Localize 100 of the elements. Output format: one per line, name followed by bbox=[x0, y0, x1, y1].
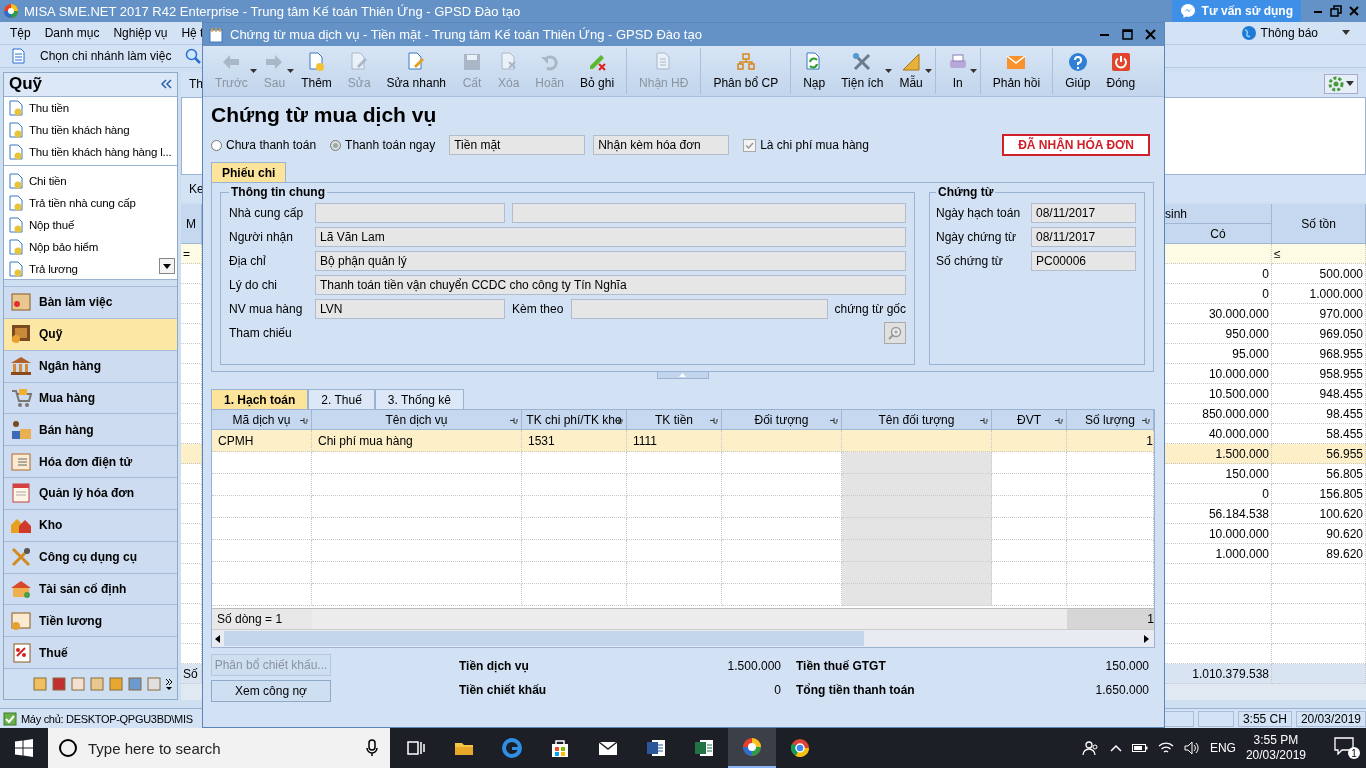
toolbar-button[interactable]: Phản hồi bbox=[979, 48, 1049, 94]
grid-cell[interactable] bbox=[842, 518, 992, 540]
grid-cell[interactable] bbox=[842, 562, 992, 584]
grid-cell[interactable] bbox=[522, 496, 627, 518]
checkbox[interactable]: Là chi phí mua hàng bbox=[743, 138, 869, 152]
input-field[interactable]: 08/11/2017 bbox=[1031, 227, 1136, 247]
chevron-up-icon[interactable] bbox=[1109, 744, 1122, 752]
close-icon[interactable] bbox=[1145, 29, 1156, 40]
speaker-icon[interactable] bbox=[1183, 741, 1200, 755]
input-field[interactable]: 08/11/2017 bbox=[1031, 203, 1136, 223]
sidebar-item[interactable]: Nộp bảo hiểm bbox=[4, 235, 177, 258]
grid-cell[interactable] bbox=[627, 540, 722, 562]
grid-cell[interactable] bbox=[522, 584, 627, 606]
invoice-status-button[interactable]: ĐÃ NHẬN HÓA ĐƠN bbox=[1002, 134, 1150, 156]
language-indicator[interactable]: ENG bbox=[1209, 741, 1236, 755]
grid-cell[interactable] bbox=[627, 584, 722, 606]
toolbar-button[interactable]: In bbox=[934, 48, 976, 94]
grid-cell[interactable] bbox=[992, 496, 1067, 518]
input-field[interactable] bbox=[315, 203, 505, 223]
notification-icon[interactable] bbox=[1334, 737, 1354, 755]
document-icon[interactable] bbox=[51, 676, 67, 692]
search-icon[interactable] bbox=[185, 48, 202, 64]
people-icon[interactable] bbox=[1081, 739, 1100, 757]
grid-cell[interactable] bbox=[212, 496, 312, 518]
grid-cell[interactable] bbox=[627, 518, 722, 540]
grid-cell[interactable] bbox=[312, 540, 522, 562]
action-button[interactable]: Xem công nợ bbox=[211, 680, 331, 702]
document-icon[interactable] bbox=[70, 676, 86, 692]
grid-cell[interactable] bbox=[212, 584, 312, 606]
grid-cell[interactable] bbox=[1067, 540, 1154, 562]
grid-cell[interactable] bbox=[212, 540, 312, 562]
toolbar-button[interactable]: Phân bổ CP bbox=[700, 48, 787, 94]
sidebar-item[interactable]: Thu tiền khách hàng bbox=[4, 118, 177, 141]
grid-cell[interactable] bbox=[842, 496, 992, 518]
caret-icon[interactable] bbox=[1342, 30, 1350, 36]
grid-cell[interactable] bbox=[1067, 452, 1154, 474]
grid-cell[interactable] bbox=[312, 584, 522, 606]
grid-cell[interactable] bbox=[1067, 584, 1154, 606]
input-field[interactable]: Bộ phận quản lý bbox=[315, 251, 906, 271]
toolbar-button[interactable]: Mẫu bbox=[891, 48, 931, 94]
tab[interactable]: 2. Thuế bbox=[308, 389, 375, 409]
grid-cell[interactable] bbox=[1067, 562, 1154, 584]
grid-cell[interactable] bbox=[212, 474, 312, 496]
grid-row[interactable]: CPMH Chi phí mua hàng 1531 1111 1 bbox=[212, 430, 1154, 452]
grid-cell[interactable] bbox=[312, 518, 522, 540]
grid-cell[interactable] bbox=[522, 562, 627, 584]
toolbar-button[interactable]: Bỏ ghi bbox=[572, 48, 623, 94]
battery-icon[interactable] bbox=[1131, 743, 1148, 753]
grid-cell[interactable] bbox=[992, 474, 1067, 496]
menu-item[interactable]: Tệp bbox=[10, 26, 31, 40]
toolbar-button[interactable]: Sửa nhanh bbox=[378, 48, 454, 94]
input-field[interactable]: Lã Văn Lam bbox=[315, 227, 906, 247]
wifi-icon[interactable] bbox=[1157, 741, 1174, 755]
settings-button[interactable] bbox=[1324, 74, 1358, 95]
tab[interactable]: 1. Hạch toán bbox=[211, 389, 309, 409]
grid-cell[interactable] bbox=[1067, 474, 1154, 496]
sidebar-item[interactable]: Chi tiền bbox=[4, 169, 177, 192]
maximize-icon[interactable] bbox=[1122, 29, 1133, 40]
sidebar-item[interactable]: Trả lương bbox=[4, 257, 177, 279]
document-icon[interactable] bbox=[108, 676, 124, 692]
clock[interactable]: 3:55 PM 20/03/2019 bbox=[1245, 733, 1306, 763]
document-icon[interactable] bbox=[32, 676, 48, 692]
dropdown-field[interactable]: Nhận kèm hóa đơn bbox=[593, 135, 730, 155]
module-button[interactable]: Quỹ bbox=[4, 317, 177, 350]
taskbar-app[interactable] bbox=[728, 728, 776, 768]
toolbar-button[interactable]: Tiện ích bbox=[833, 48, 892, 94]
restore-icon[interactable] bbox=[1330, 5, 1342, 17]
dropdown-field[interactable]: Tiền mặt bbox=[449, 135, 586, 155]
grid-cell[interactable] bbox=[522, 540, 627, 562]
radio-button[interactable]: Chưa thanh toán bbox=[211, 138, 317, 152]
document-icon[interactable] bbox=[89, 676, 105, 692]
grid-cell[interactable] bbox=[992, 452, 1067, 474]
double-chevron-icon[interactable] bbox=[160, 79, 172, 90]
scroll-right-icon[interactable] bbox=[1142, 634, 1150, 643]
tab[interactable]: 3. Thống kê bbox=[374, 389, 464, 409]
toolbar-button[interactable]: Nạp bbox=[790, 48, 834, 94]
grid-cell[interactable] bbox=[212, 518, 312, 540]
menu-item[interactable]: Danh mục bbox=[44, 26, 100, 40]
input-field[interactable]: Thanh toán tiền vận chuyển CCDC cho công ty Tín Nghĩa bbox=[315, 275, 906, 295]
grid-cell[interactable] bbox=[312, 496, 522, 518]
input-field[interactable] bbox=[512, 203, 906, 223]
grid-cell[interactable] bbox=[842, 474, 992, 496]
grid-cell[interactable] bbox=[212, 452, 312, 474]
grid-cell[interactable] bbox=[992, 518, 1067, 540]
grid-cell[interactable] bbox=[842, 540, 992, 562]
input-field[interactable] bbox=[571, 299, 828, 319]
microphone-icon[interactable] bbox=[366, 739, 378, 757]
notification-button[interactable]: Thông báo bbox=[1240, 25, 1318, 41]
search-field[interactable]: Type here to search bbox=[48, 728, 390, 768]
grid-cell[interactable] bbox=[627, 474, 722, 496]
grid-cell[interactable] bbox=[212, 562, 312, 584]
collapse-handle[interactable] bbox=[656, 372, 709, 379]
input-field[interactable]: LVN bbox=[315, 299, 505, 319]
toolbar-button[interactable]: Giúp bbox=[1052, 48, 1099, 94]
branch-button[interactable]: Chọn chi nhánh làm việc bbox=[40, 49, 172, 63]
grid-cell[interactable] bbox=[992, 562, 1067, 584]
grid-cell[interactable] bbox=[842, 452, 992, 474]
grid-cell[interactable] bbox=[1067, 496, 1154, 518]
grid-cell[interactable] bbox=[522, 452, 627, 474]
grid-cell[interactable] bbox=[312, 562, 522, 584]
